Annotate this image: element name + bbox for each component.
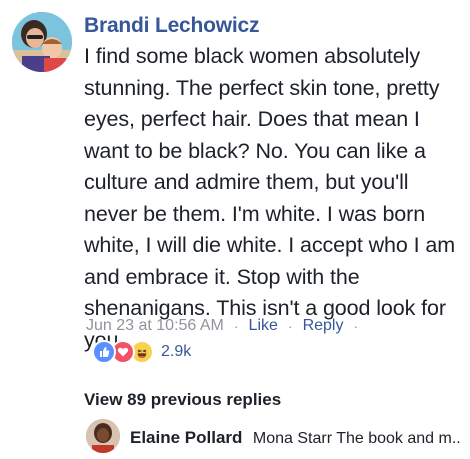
comment-text: I find some black women absolutely stunn… <box>84 44 456 352</box>
separator: · <box>233 318 239 334</box>
author-avatar[interactable] <box>12 12 72 72</box>
reply-author-avatar[interactable] <box>86 419 120 453</box>
view-previous-replies-link[interactable]: View 89 previous replies <box>84 390 281 410</box>
comment-meta: Jun 23 at 10:56 AM · Like · Reply · <box>86 317 368 335</box>
comment-author[interactable]: Brandi Lechowicz <box>84 14 260 38</box>
separator: · <box>353 318 359 334</box>
reply-author[interactable]: Elaine Pollard <box>130 428 242 447</box>
reply-text[interactable]: Mona Starr The book and m... <box>253 430 460 447</box>
comment-timestamp[interactable]: Jun 23 at 10:56 AM <box>86 317 224 335</box>
latest-reply: Elaine Pollard Mona Starr The book and m… <box>130 428 460 448</box>
reactions-summary[interactable]: 2.9k <box>92 340 191 364</box>
reaction-count[interactable]: 2.9k <box>161 343 191 361</box>
separator: · <box>287 318 293 334</box>
reply-link[interactable]: Reply <box>303 317 344 335</box>
like-icon <box>92 340 116 364</box>
like-link[interactable]: Like <box>249 317 278 335</box>
